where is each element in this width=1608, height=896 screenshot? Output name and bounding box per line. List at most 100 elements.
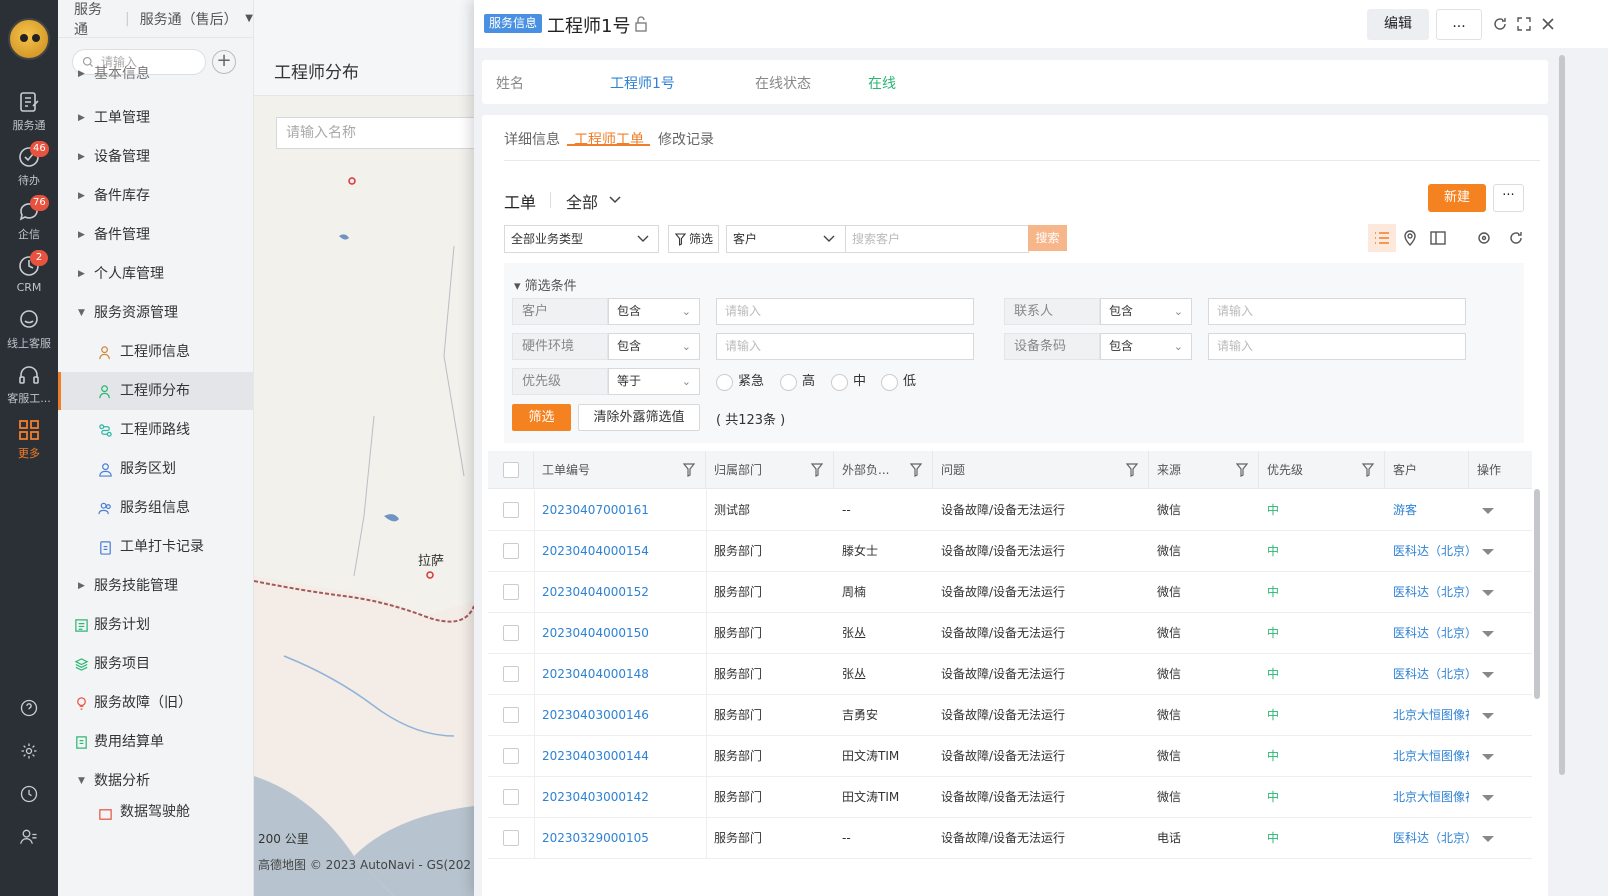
cell-ticket-no[interactable]: 20230403000142 [534,777,706,818]
filter-op-barcode[interactable]: 包含 ⌄ [1100,333,1192,360]
search-button[interactable]: 搜索 [1028,225,1067,251]
list-view-button[interactable] [1368,224,1396,252]
filter-op-hardware[interactable]: 包含 ⌄ [608,333,700,360]
nav-service-plan[interactable]: 服务计划 [58,606,253,644]
cell-customer[interactable]: 北京大恒图像视 [1385,736,1469,777]
apply-filter-button[interactable]: 筛选 [512,404,571,431]
new-ticket-button[interactable]: 新建 [1428,184,1486,212]
table-row[interactable]: 20230403000146 服务部门 吉勇安 设备故障/设备无法运行 微信 中 北京大恒图… [488,695,1532,736]
row-checkbox[interactable] [503,625,519,641]
row-actions-dropdown[interactable] [1482,631,1494,637]
row-checkbox[interactable] [503,502,519,518]
nav-personal-stock[interactable]: ▶ 个人库管理 [58,255,253,293]
col-department[interactable]: 归属部门 [706,451,834,489]
tab-details[interactable]: 详细信息 [504,129,560,149]
table-row[interactable]: 20230407000161 测试部 -- 设备故障/设备无法运行 微信 中 游客 [488,490,1532,531]
customer-search-input[interactable]: 搜索客户 [845,225,1029,253]
rail-chat[interactable]: 76 企信 [0,195,58,242]
filter-icon[interactable] [683,463,695,477]
filter-input-hardware[interactable]: 请输入 [716,333,974,360]
row-actions-dropdown[interactable] [1482,590,1494,596]
scope-selector[interactable]: 全部 [566,189,598,213]
cell-customer[interactable]: 医科达（北京） [1385,654,1469,695]
cell-ticket-no[interactable]: 20230403000144 [534,736,706,777]
cell-customer[interactable]: 医科达（北京） [1385,818,1469,859]
table-row[interactable]: 20230404000152 服务部门 周楠 设备故障/设备无法运行 微信 中 医科达（北京… [488,572,1532,613]
select-all-checkbox[interactable] [503,462,519,478]
module-selector[interactable]: 服务通（售后） [140,9,238,29]
col-customer[interactable]: 客户 [1385,451,1469,489]
cell-ticket-no[interactable]: 20230403000146 [534,695,706,736]
rail-more[interactable]: 更多 [0,418,58,461]
filter-op-priority[interactable]: 等于 ⌄ [608,368,700,395]
filter-icon[interactable] [1362,463,1374,477]
filter-icon[interactable] [1236,463,1248,477]
rail-crm[interactable]: 2 CRM [0,250,58,294]
cell-ticket-no[interactable]: 20230404000148 [534,654,706,695]
row-actions-dropdown[interactable] [1482,549,1494,555]
more-actions-button[interactable]: ··· [1493,184,1524,212]
filter-icon[interactable] [910,463,922,477]
col-source[interactable]: 来源 [1149,451,1259,489]
reload-button[interactable] [1502,224,1530,252]
cell-customer[interactable]: 医科达（北京） [1385,613,1469,654]
row-actions-dropdown[interactable] [1482,713,1494,719]
row-actions-dropdown[interactable] [1482,508,1494,514]
history-button[interactable] [0,784,58,808]
table-row[interactable]: 20230403000144 服务部门 田文涛TIM 设备故障/设备无法运行 微信 中 北京… [488,736,1532,777]
user-avatar[interactable] [8,18,50,60]
table-row[interactable]: 20230329000105 服务部门 -- 设备故障/设备无法运行 电话 中 医科达（北京… [488,818,1532,859]
priority-radio-low[interactable]: 低 [881,373,916,391]
rail-todo[interactable]: 46 待办 [0,141,58,188]
filter-toggle-button[interactable]: 筛选 [668,225,719,253]
row-checkbox[interactable] [503,543,519,559]
filter-input-customer[interactable]: 请输入 [716,298,974,325]
nav-skill-management[interactable]: ▶ 服务技能管理 [58,567,253,605]
nav-service-group[interactable]: 服务组信息 [58,489,253,527]
nav-spare-stock[interactable]: ▶ 备件库存 [58,177,253,215]
cell-ticket-no[interactable]: 20230404000152 [534,572,706,613]
filter-input-barcode[interactable]: 请输入 [1208,333,1466,360]
filter-op-contact[interactable]: 包含 ⌄ [1100,298,1192,325]
tab-change-log[interactable]: 修改记录 [658,129,714,149]
table-row[interactable]: 20230403000142 服务部门 田文涛TIM 设备故障/设备无法运行 微信 中 北京… [488,777,1532,818]
rail-online-service[interactable]: 线上客服 [0,308,58,351]
cell-customer[interactable]: 北京大恒图像视 [1385,695,1469,736]
nav-partial-item[interactable]: ▶ 基本信息 [58,64,253,84]
close-icon[interactable] [1540,16,1556,32]
cell-customer[interactable]: 医科达（北京） [1385,572,1469,613]
row-actions-dropdown[interactable] [1482,795,1494,801]
edit-button[interactable]: 编辑 [1367,9,1429,40]
nav-device-management[interactable]: ▶ 设备管理 [58,138,253,176]
col-problem[interactable]: 问题 [933,451,1149,489]
nav-data-analysis[interactable]: ▼ 数据分析 [58,762,253,800]
nav-engineer-distribution[interactable]: 工程师分布 [58,372,253,410]
row-checkbox[interactable] [503,748,519,764]
drawer-scrollbar[interactable] [1559,55,1565,775]
chevron-down-icon[interactable]: ▼ [245,13,253,24]
map-area[interactable]: 工程师分布 请输入名称 拉萨 200 公里 高德地图 © 2023 AutoNa… [254,0,474,896]
refresh-icon[interactable] [1492,16,1508,32]
nav-engineer-info[interactable]: 工程师信息 [58,333,253,371]
rail-service[interactable]: 服务通 [0,90,58,133]
filter-title[interactable]: ▾ 筛选条件 [514,275,577,294]
table-row[interactable]: 20230404000154 服务部门 滕女士 设备故障/设备无法运行 微信 中 医科达（北… [488,531,1532,572]
name-value[interactable]: 工程师1号 [610,73,675,93]
chevron-down-icon[interactable] [609,195,621,205]
nav-service-fault[interactable]: 服务故障（旧） [58,684,253,722]
nav-checkin-record[interactable]: 工单打卡记录 [58,528,253,566]
row-checkbox[interactable] [503,584,519,600]
tab-engineer-tickets[interactable]: 工程师工单 [574,129,644,149]
nav-engineer-route[interactable]: 工程师路线 [58,411,253,449]
row-checkbox[interactable] [503,666,519,682]
filter-icon[interactable] [1126,463,1138,477]
cell-ticket-no[interactable]: 20230404000154 [534,531,706,572]
row-checkbox[interactable] [503,830,519,846]
help-button[interactable] [0,698,58,722]
col-external-owner[interactable]: 外部负... [834,451,933,489]
contacts-button[interactable] [0,827,58,851]
nav-ticket-management[interactable]: ▶ 工单管理 [58,99,253,137]
biz-type-select[interactable]: 全部业务类型 [504,225,659,253]
col-priority[interactable]: 优先级 [1259,451,1385,489]
nav-fee-settlement[interactable]: 费用结算单 [58,723,253,761]
